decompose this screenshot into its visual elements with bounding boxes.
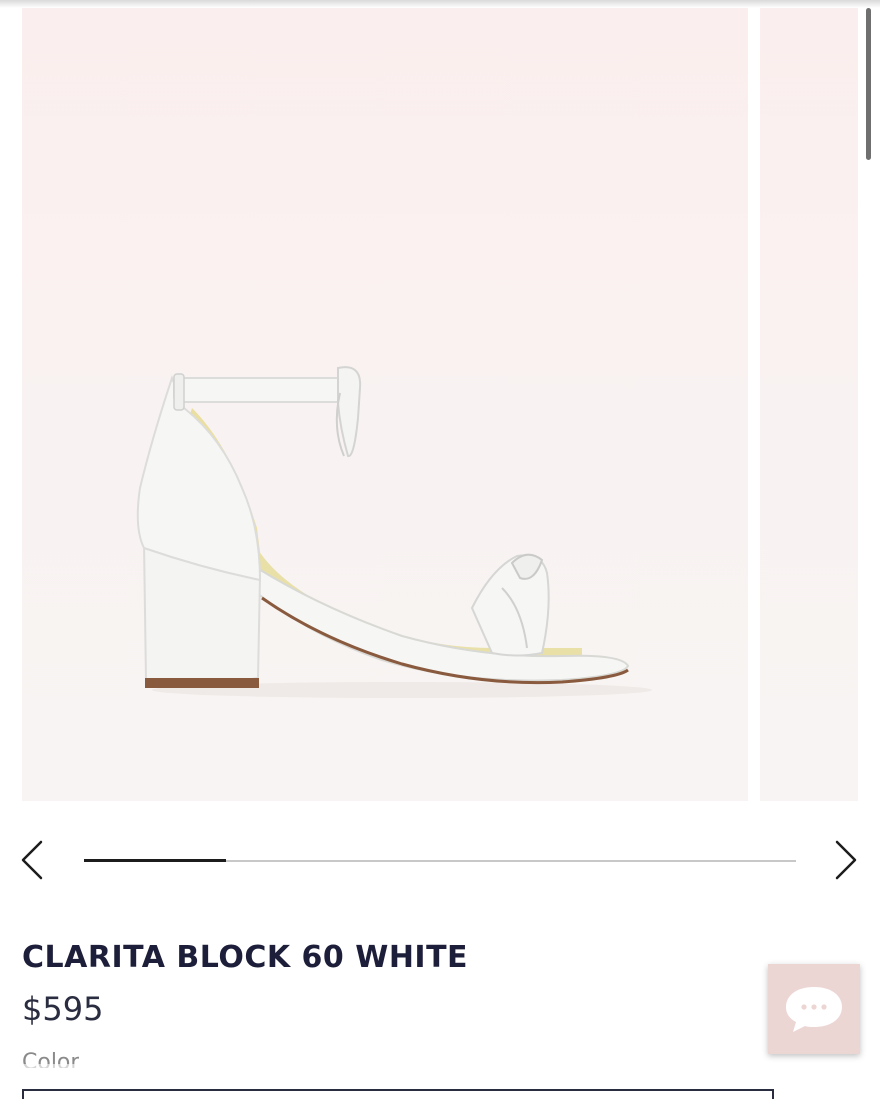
next-product-image-peek[interactable] [760, 8, 858, 801]
product-title: CLARITA BLOCK 60 WHITE [22, 940, 469, 975]
top-shade [0, 0, 880, 8]
gallery-next-button[interactable] [826, 838, 866, 882]
product-price: $595 [22, 990, 104, 1028]
chat-bubble-icon [786, 987, 842, 1032]
sandal-illustration [136, 366, 652, 698]
bottom-fade [0, 1064, 880, 1090]
gallery-progress-fill [84, 859, 227, 862]
product-image[interactable] [22, 8, 748, 801]
color-select-box[interactable] [22, 1089, 774, 1099]
chevron-left-icon [21, 840, 43, 880]
product-page: CLARITA BLOCK 60 WHITE $595 Color [0, 0, 880, 1099]
gallery-progress-track[interactable] [84, 859, 796, 862]
chat-button[interactable] [768, 964, 860, 1054]
page-scrollbar[interactable] [866, 8, 871, 160]
gallery-prev-button[interactable] [12, 838, 52, 882]
chevron-right-icon [835, 840, 857, 880]
